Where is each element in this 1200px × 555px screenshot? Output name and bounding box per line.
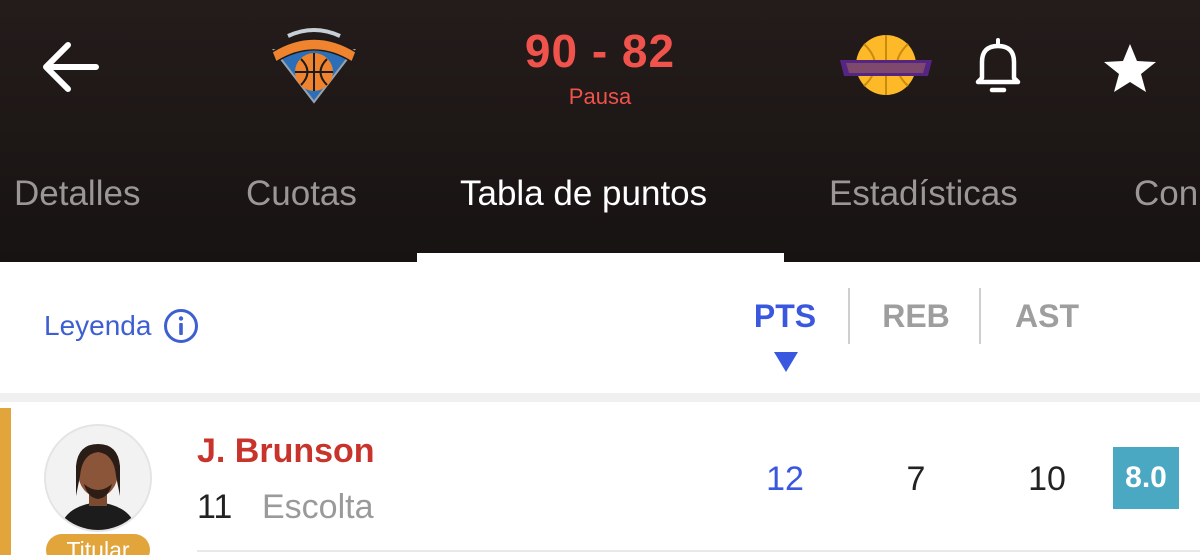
active-tab-indicator <box>417 253 784 262</box>
column-divider <box>848 288 850 344</box>
bell-icon <box>975 38 1021 93</box>
favorite-button[interactable] <box>1098 40 1162 96</box>
player-row[interactable]: Titular J. Brunson 11 Escolta 12 7 10 8.… <box>0 402 1200 555</box>
notifications-button[interactable] <box>968 34 1028 100</box>
tab-detalles[interactable]: Detalles <box>14 174 140 214</box>
player-rating: 8.0 <box>1113 447 1179 509</box>
player-name[interactable]: J. Brunson <box>197 432 375 471</box>
back-button[interactable] <box>30 30 110 100</box>
player-photo-icon <box>46 426 150 530</box>
player-position: Escolta <box>262 488 374 526</box>
lakers-logo <box>840 35 932 95</box>
player-avatar-wrap: Titular <box>44 424 154 555</box>
stat-reb: 7 <box>906 460 926 498</box>
tab-con[interactable]: Con <box>1134 174 1198 214</box>
column-divider <box>979 288 981 344</box>
legend-button[interactable]: Leyenda <box>44 308 199 344</box>
boxscore-header: Leyenda PTS REB AST <box>0 262 1200 393</box>
player-number: 11 <box>197 488 233 526</box>
tab-cuotas[interactable]: Cuotas <box>246 174 357 214</box>
game-score: 90 - 82 <box>524 25 676 77</box>
stat-ast: 10 <box>1028 460 1066 498</box>
starter-accent-bar <box>0 408 11 555</box>
column-header-pts[interactable]: PTS <box>735 298 835 335</box>
tab-estadisticas[interactable]: Estadísticas <box>829 174 1018 214</box>
section-separator <box>0 393 1200 402</box>
tab-tabla-de-puntos[interactable]: Tabla de puntos <box>460 174 707 214</box>
back-arrow-icon <box>43 42 99 92</box>
away-team-logo[interactable] <box>836 30 936 100</box>
home-team-logo[interactable] <box>268 22 360 104</box>
row-divider <box>197 550 1200 552</box>
column-header-ast[interactable]: AST <box>997 298 1097 335</box>
star-icon <box>1104 44 1156 92</box>
starter-badge: Titular <box>46 534 150 555</box>
info-icon <box>164 309 199 343</box>
knicks-logo <box>271 28 357 104</box>
match-tabs: Detalles Cuotas Tabla de puntos Estadíst… <box>0 160 1200 262</box>
scoreboard: 90 - 82 Pausa <box>470 24 730 112</box>
legend-label: Leyenda <box>44 310 152 341</box>
game-header: 90 - 82 Pausa Detalles Cuotas Tabla de p… <box>0 0 1200 262</box>
game-status: Pausa <box>568 84 632 109</box>
sort-desc-icon <box>774 352 798 372</box>
column-header-reb[interactable]: REB <box>866 298 966 335</box>
stat-pts: 12 <box>766 460 804 498</box>
avatar <box>44 424 152 532</box>
